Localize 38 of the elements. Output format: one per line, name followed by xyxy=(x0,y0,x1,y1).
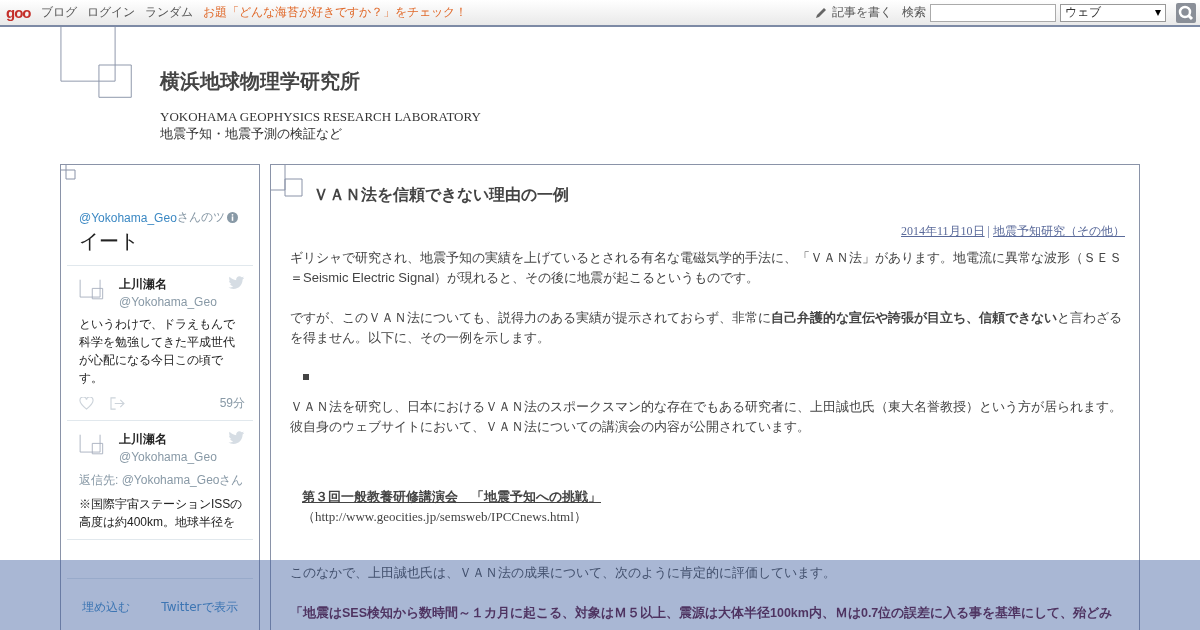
author-name[interactable]: 上川瀬名 xyxy=(119,431,228,448)
bird-icon[interactable] xyxy=(228,431,245,445)
share-icon[interactable] xyxy=(110,397,125,410)
body-paragraph: ですが、このＶＡＮ法についても、説得力のある実績が提示されておらず、非常に自己弁護的な宣伝や誇張が目立ち、信頼できないと言わざるを得ません。以下に、その一例を示します。 xyxy=(290,309,1123,347)
tweet-text: というわけで、ドラえもんで科学を勉強してきた平成世代が心配になる今日この頃です。 xyxy=(79,316,236,387)
timeline-title-line: イート xyxy=(79,228,140,255)
reply-to-text: 返信先: @Yokohama_Geoさん xyxy=(79,472,245,489)
timeline-title: さんのツ xyxy=(176,209,225,224)
lecture-link[interactable]: 第３回一般教養研修講演会 「地震予知への挑戦」 xyxy=(302,489,601,504)
nav-link[interactable]: ブログ xyxy=(40,4,77,21)
article-title[interactable]: ＶＡＮ法を信頼できない理由の一例 xyxy=(313,184,569,206)
blog-title[interactable]: 横浜地球物理学研究所 xyxy=(160,68,481,95)
nav-link[interactable]: ログイン xyxy=(86,4,135,21)
goo-logo[interactable]: goo xyxy=(6,4,31,21)
bullet-icon xyxy=(303,374,309,380)
blog-description: 地震予知・地震予測の検証など xyxy=(160,125,343,143)
search-icon[interactable] xyxy=(1176,2,1196,23)
lecture-url: （http://www.geocities.jp/semsweb/IPCCnews.html） xyxy=(302,508,588,526)
search-label: 検索 xyxy=(902,4,926,21)
quote-text: 「地震はSES検知から数時間～１カ月に起こる、対象はＭ５以上、震源は大体半径100km内、Ｍは0.7位の誤差に入る事を基準にして、殆どみ xyxy=(290,604,1114,622)
bird-icon[interactable] xyxy=(228,276,245,290)
nav-link[interactable]: ランダム xyxy=(144,4,193,21)
info-icon[interactable] xyxy=(226,212,238,223)
search-field[interactable] xyxy=(930,3,1056,22)
body-paragraph: ＶＡＮ法を研究し、日本におけるＶＡＮ法のスポークスマン的な存在でもある研究者に、上田誠也氏（東大名誉教授）という方が居られます。彼自身のウェブサイトにおいて、ＶＡＮ法についての講演会の内容が公開されています。 xyxy=(290,398,1123,436)
body-paragraph: このなかで、上田誠也氏は、ＶＡＮ法の成果について、次のように肯定的に評価しています。 xyxy=(290,564,837,582)
write-link[interactable]: 記事を書く xyxy=(832,4,892,21)
meta-separator: | xyxy=(987,224,990,238)
blog-subtitle: YOKOHAMA GEOPHYSICS RESEARCH LABORATORY xyxy=(160,109,481,125)
twitter-handle-link[interactable]: @Yokohama_Geo xyxy=(79,210,177,225)
date-link[interactable]: 2014年11月10日 xyxy=(901,224,985,238)
tweet-text: ※国際宇宙ステーションISSの高度は約400km。地球半径を xyxy=(79,496,244,531)
scope-dropdown[interactable]: ウェブ xyxy=(1060,3,1166,22)
category-link[interactable]: 地震予知研究（その他） xyxy=(993,224,1125,238)
author-name[interactable]: 上川瀬名 xyxy=(119,276,228,293)
pen-icon[interactable] xyxy=(814,5,828,20)
heart-icon[interactable] xyxy=(79,397,94,410)
body-paragraph: ギリシャで研究され、地震予知の実績を上げているとされる有名な電磁気学的手法に、「ＶＡＮ法」があります。地電流に異常な波形（ＳＥＳ＝Seismic Electric Signal）が現れると、その後に地震が起こるというものです。 xyxy=(290,249,1123,287)
